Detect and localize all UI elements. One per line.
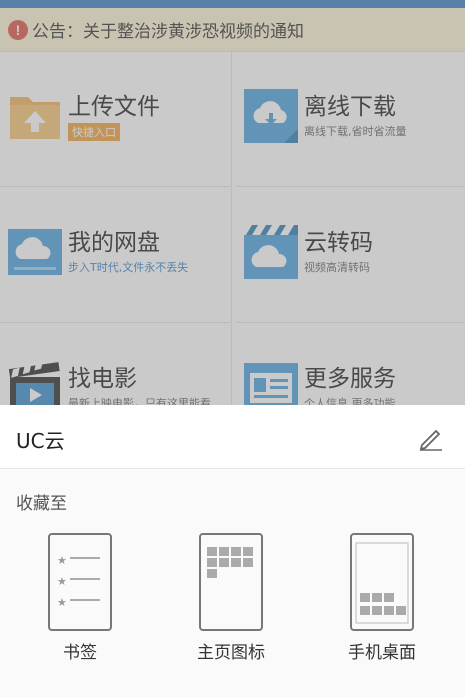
svg-text:★: ★ [57, 575, 67, 588]
option-phone-desktop[interactable]: 手机桌面 [327, 533, 437, 663]
homepage-grid-icon [199, 533, 263, 631]
option-label: 书签 [63, 643, 97, 663]
bookmark-sheet: UC云 收藏至 ★ ★ ★ 书签 主页图标 手机桌面 [0, 405, 465, 697]
option-label: 手机桌面 [348, 643, 416, 663]
option-bookmark[interactable]: ★ ★ ★ 书签 [25, 533, 135, 663]
option-homepage-icon[interactable]: 主页图标 [176, 533, 286, 663]
edit-icon[interactable] [418, 425, 444, 451]
option-label: 主页图标 [197, 643, 265, 663]
svg-text:★: ★ [57, 554, 67, 567]
save-to-label: 收藏至 [16, 494, 67, 514]
sheet-title: UC云 [16, 429, 65, 453]
bookmark-list-icon: ★ ★ ★ [48, 533, 112, 631]
sheet-header: UC云 [0, 405, 465, 469]
phone-desktop-icon [350, 533, 414, 631]
svg-text:★: ★ [57, 596, 67, 609]
